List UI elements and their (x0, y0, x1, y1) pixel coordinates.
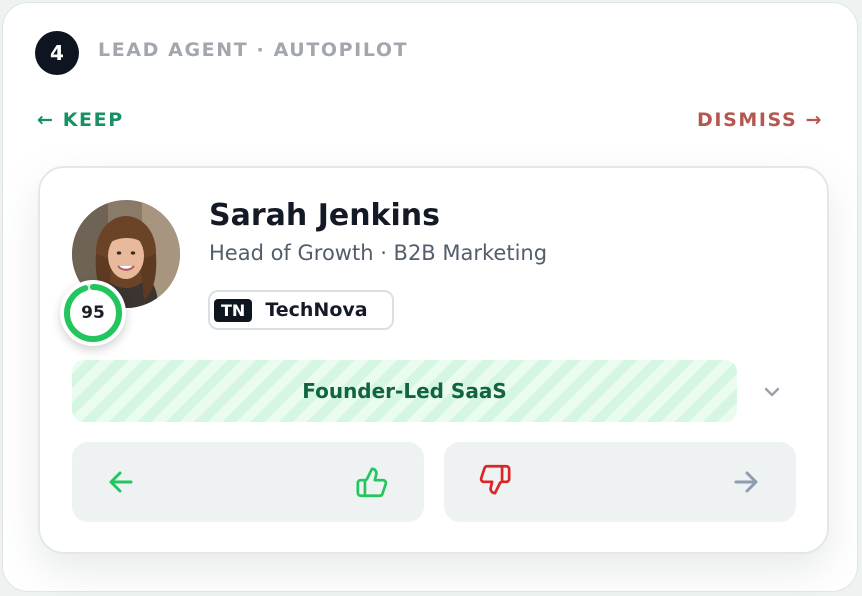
keep-button[interactable] (72, 442, 424, 522)
lead-panel: 4 LEAD AGENT · AUTOPILOT ← KEEP DISMISS … (2, 2, 858, 592)
panel-title: LEAD AGENT · AUTOPILOT (98, 39, 409, 61)
dismiss-swipe-hint[interactable]: DISMISS → (697, 109, 823, 131)
lead-name: Sarah Jenkins (209, 198, 441, 233)
chevron-down-icon[interactable] (760, 380, 784, 404)
keep-swipe-hint[interactable]: ← KEEP (37, 109, 124, 131)
arrow-left-icon (106, 467, 136, 501)
company-logo: TN (214, 298, 253, 322)
lead-title: Head of Growth · B2B Marketing (209, 241, 548, 265)
dismiss-button[interactable] (444, 442, 796, 522)
company-chip[interactable]: TN TechNova (208, 290, 394, 330)
lead-score-value: 95 (81, 303, 105, 323)
lead-card[interactable]: 95 Sarah Jenkins Head of Growth · B2B Ma… (38, 166, 829, 554)
thumbs-up-icon (355, 466, 389, 504)
segment-tag: Founder-Led SaaS (72, 360, 737, 422)
lead-score-ring: 95 (60, 280, 126, 346)
thumbs-down-icon (478, 462, 512, 500)
company-name: TechNova (265, 299, 368, 321)
step-number-badge: 4 (35, 31, 79, 75)
arrow-right-icon (731, 467, 761, 501)
